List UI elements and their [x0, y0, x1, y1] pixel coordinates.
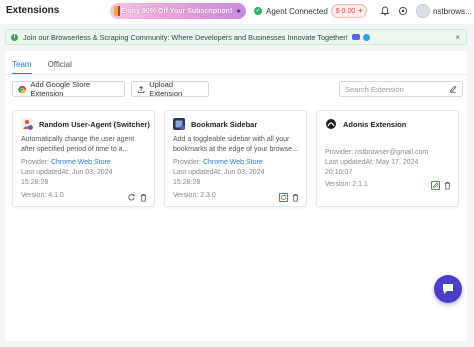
- extension-card[interactable]: Bookmark Sidebar Add a toggleable sideba…: [164, 110, 307, 207]
- search-field[interactable]: [339, 81, 463, 97]
- chat-button[interactable]: [434, 275, 462, 303]
- extension-updated-time: 15:28:28: [21, 179, 49, 186]
- adonis-logo-icon: [326, 119, 336, 129]
- extension-updated: Last updatedAt: Jun 03, 2024: [173, 169, 264, 176]
- add-extension-label: Add Google Store Extension: [30, 80, 91, 98]
- search-input[interactable]: [345, 84, 445, 94]
- refresh-icon[interactable]: [279, 193, 288, 202]
- version-value: 2.3.0: [200, 192, 216, 199]
- close-icon[interactable]: ×: [455, 33, 460, 42]
- community-banner: i Join our Browserless & Scraping Commun…: [5, 29, 467, 45]
- provider-link[interactable]: Chrome Web Store: [51, 159, 111, 166]
- extension-provider: Provider: Chrome Web Store: [173, 159, 263, 166]
- tab-divider: [5, 74, 467, 75]
- trash-icon[interactable]: [291, 193, 300, 202]
- edit-icon[interactable]: [431, 181, 440, 190]
- extension-card[interactable]: Random User-Agent (Switcher) Automatical…: [12, 110, 155, 207]
- username: nstbrows...: [433, 6, 472, 16]
- tab-bar: Team Official: [12, 60, 88, 74]
- version-label: Version:: [173, 192, 199, 199]
- avatar: [416, 4, 430, 18]
- telegram-icon[interactable]: [362, 33, 370, 41]
- balance-badge[interactable]: $ 0.00 +: [331, 4, 367, 18]
- check-circle-icon: ✓: [254, 7, 262, 15]
- random-user-agent-logo-icon: [21, 118, 33, 130]
- upload-icon: [137, 85, 145, 93]
- gift-icon: [114, 6, 120, 16]
- agent-status-label: Agent Connected: [266, 6, 328, 16]
- extension-description: Add a toggleable sidebar with all your b…: [173, 136, 298, 153]
- extension-name: Adonis Extension: [343, 120, 407, 129]
- extension-updated: Last updatedAt: Jun 03, 2024: [21, 169, 112, 176]
- upload-extension-button[interactable]: Upload Extension: [131, 80, 209, 98]
- trash-icon[interactable]: [139, 193, 148, 202]
- provider-label: Provider:: [21, 159, 50, 166]
- magic-wand-icon: ✦: [235, 6, 242, 16]
- extension-description: Automatically change the user agent afte…: [21, 136, 135, 153]
- extension-updated-time: 15:28:28: [173, 179, 201, 186]
- bookmark-sidebar-logo-icon: [173, 118, 185, 130]
- promo-banner[interactable]: Enjoy 90% Off Your Subscription! ✦: [110, 3, 246, 19]
- extension-name: Random User-Agent (Switcher): [39, 120, 150, 129]
- trash-icon[interactable]: [443, 181, 452, 190]
- extensions-panel: Team Official Add Google Store Extension…: [5, 51, 467, 341]
- updated-label: Last updatedAt:: [173, 169, 223, 176]
- banner-text: Join our Browserless & Scraping Communit…: [23, 32, 348, 42]
- provider-link[interactable]: Chrome Web Store: [203, 159, 263, 166]
- updated-date: Jun 03, 2024: [224, 169, 265, 176]
- tab-team[interactable]: Team: [12, 60, 32, 74]
- extension-provider: Provider: Chrome Web Store: [21, 159, 111, 166]
- provider-label: Provider:: [173, 159, 202, 166]
- extension-updated-time: 20:10:07: [325, 169, 353, 176]
- extension-card[interactable]: Adonis Extension Provider: nstbrowser@gm…: [316, 110, 459, 207]
- extension-updated: Last updatedAt: May 17, 2024: [325, 159, 418, 166]
- extension-version: Version: 4.1.0: [21, 192, 64, 199]
- updated-date: May 17, 2024: [376, 159, 419, 166]
- card-actions: [428, 181, 452, 190]
- chat-bubble-icon: [443, 284, 453, 294]
- chrome-icon: [18, 85, 27, 93]
- extension-version: Version: 2.1.1: [325, 181, 368, 188]
- version-label: Version:: [21, 192, 47, 199]
- version-value: 4.1.0: [48, 192, 64, 199]
- add-google-store-extension-button[interactable]: Add Google Store Extension: [12, 80, 125, 98]
- card-actions: [124, 193, 148, 202]
- version-label: Version:: [325, 181, 351, 188]
- sync-icon[interactable]: [398, 6, 408, 16]
- discord-icon[interactable]: [351, 34, 360, 40]
- updated-label: Last updatedAt:: [325, 159, 375, 166]
- bell-icon[interactable]: [380, 6, 390, 16]
- top-bar: Extensions Enjoy 90% Off Your Subscripti…: [0, 0, 474, 24]
- extension-provider: Provider: nstbrowser@gmail.com: [325, 149, 428, 156]
- updated-label: Last updatedAt:: [21, 169, 71, 176]
- user-menu[interactable]: nstbrows...: [416, 4, 472, 18]
- updated-date: Jun 03, 2024: [72, 169, 113, 176]
- refresh-icon[interactable]: [127, 193, 136, 202]
- extension-name: Bookmark Sidebar: [191, 120, 258, 129]
- plus-icon: +: [358, 7, 363, 15]
- agent-status: ✓ Agent Connected: [254, 4, 328, 18]
- balance-value: $ 0.00: [335, 7, 356, 15]
- extension-version: Version: 2.3.0: [173, 192, 216, 199]
- version-value: 2.1.1: [352, 181, 368, 188]
- promo-text: Enjoy 90% Off Your Subscription!: [120, 7, 233, 15]
- upload-extension-label: Upload Extension: [149, 80, 183, 98]
- provider-value: nstbrowser@gmail.com: [354, 149, 429, 156]
- info-icon: i: [11, 33, 18, 41]
- edit-icon[interactable]: [449, 85, 457, 93]
- page-title: Extensions: [6, 5, 60, 16]
- tab-official[interactable]: Official: [48, 60, 72, 74]
- card-actions: [276, 193, 300, 202]
- provider-label: Provider:: [325, 149, 354, 156]
